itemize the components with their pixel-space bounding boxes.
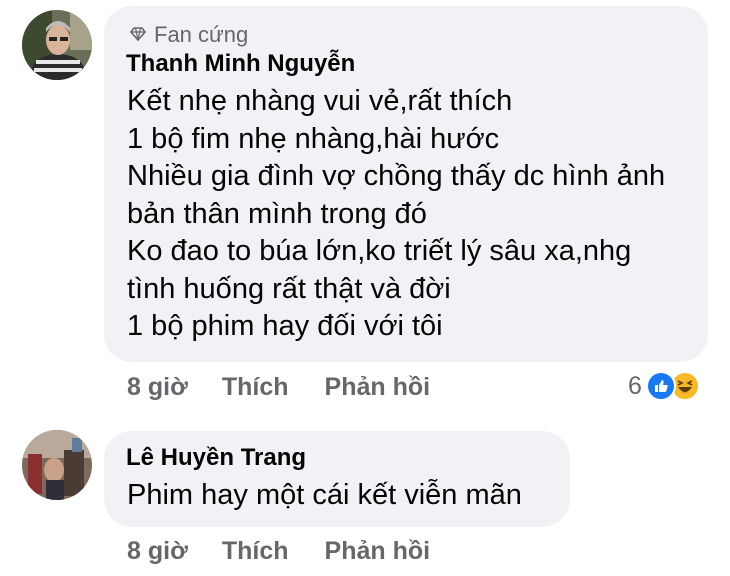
comment-actions: 8 giờ Thích Phản hồi <box>127 537 430 566</box>
comment-line: Nhiều gia đình vợ chồng thấy dc hình ảnh <box>127 160 666 192</box>
reaction-summary[interactable]: 6 <box>628 371 700 401</box>
fan-badge-label: Fan cứng <box>154 22 249 47</box>
comment-line: Kết nhẹ nhàng vui vẻ,rất thích <box>127 85 513 117</box>
diamond-icon <box>129 22 147 48</box>
timestamp[interactable]: 8 giờ <box>127 537 188 566</box>
comment-line: Ko đao to búa lớn,ko triết lý sâu xa,nhg <box>127 235 632 267</box>
comment-actions: 8 giờ Thích Phản hồi <box>127 373 430 402</box>
comment-line: 1 bộ phim hay đối với tôi <box>127 310 443 342</box>
avatar[interactable] <box>22 10 92 80</box>
comment-text: Kết nhẹ nhàng vui vẻ,rất thích 1 bộ fim … <box>127 83 665 346</box>
comment-line: bản thân mình trong đó <box>127 197 427 230</box>
like-icon <box>645 371 676 401</box>
comment-line: tình huống rất thật và đời <box>127 272 451 305</box>
reply-button[interactable]: Phản hồi <box>325 373 431 402</box>
like-button[interactable]: Thích <box>222 537 289 566</box>
reaction-count: 6 <box>628 371 642 400</box>
comment-text: Phim hay một cái kết viễn mãn <box>127 477 522 515</box>
comment-author[interactable]: Thanh Minh Nguyễn <box>126 50 355 78</box>
like-button[interactable]: Thích <box>222 373 289 402</box>
comment-line: Phim hay một cái kết viễn mãn <box>127 479 522 511</box>
comment-line: 1 bộ fim nhẹ nhàng,hài hước <box>127 122 500 155</box>
comment-author[interactable]: Lê Huyền Trang <box>126 444 306 472</box>
reply-button[interactable]: Phản hồi <box>325 537 431 566</box>
fan-badge: Fan cứng <box>129 22 249 48</box>
avatar[interactable] <box>22 430 92 500</box>
timestamp[interactable]: 8 giờ <box>127 373 188 402</box>
